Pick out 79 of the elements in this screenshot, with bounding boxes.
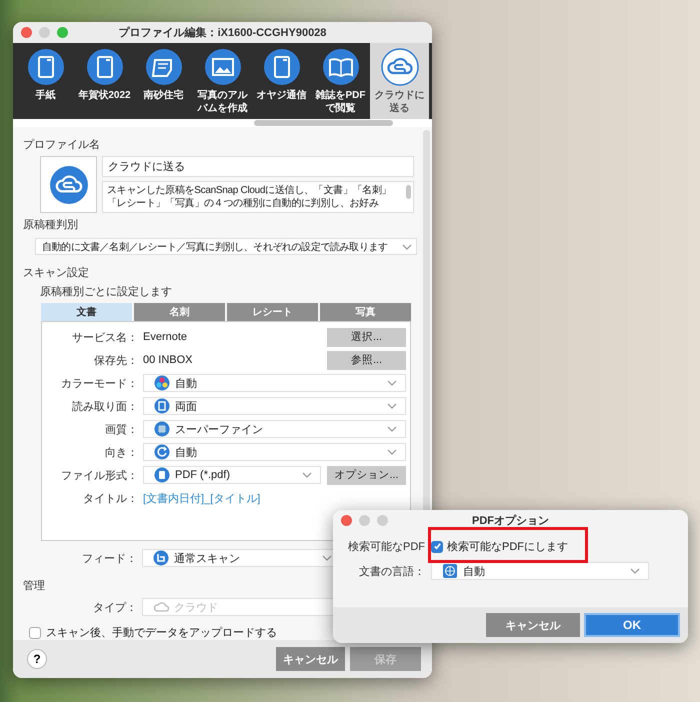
profile-name-field[interactable]: クラウドに送る (102, 156, 414, 177)
field-value: Evernote (143, 331, 188, 344)
dialog-title: PDFオプション (471, 514, 550, 528)
setting-dropdown[interactable]: 自動 (143, 443, 406, 462)
profile-tab[interactable]: 手紙 (16, 43, 75, 119)
scrollbar-thumb[interactable] (254, 120, 393, 126)
field-label: 保存先： (93, 354, 139, 368)
field-value: 00 INBOX (143, 354, 194, 366)
profile-tab[interactable]: オヤジ通信 (252, 43, 311, 119)
grid-icon (154, 421, 170, 438)
chevron-icon (387, 449, 397, 456)
close-button[interactable] (341, 515, 352, 526)
field-label: 読み取り面： (71, 400, 139, 414)
field-label: サービス名： (71, 330, 139, 345)
palette-icon (154, 375, 170, 392)
cloud-icon (48, 164, 88, 204)
field-label: ファイル形式： (60, 468, 139, 483)
chevron-icon (630, 568, 640, 574)
setting-dropdown[interactable]: スーパーファイン (143, 420, 406, 438)
profile-icon-box[interactable] (40, 156, 97, 213)
document-icon (86, 48, 124, 86)
field-label: タイプ： (92, 600, 138, 614)
cloud-icon (380, 48, 418, 86)
checkbox[interactable] (29, 626, 41, 638)
chevron-icon (387, 426, 397, 432)
profile-tab[interactable]: 写真のアルバムを作成 (193, 43, 252, 119)
document-icon (154, 467, 170, 484)
zoom-button[interactable] (57, 27, 68, 38)
detection-dropdown[interactable]: 自動的に文書／名刺／レシート／写真に判別し、それぞれの設定で読み取ります (35, 238, 417, 256)
zoom-button[interactable] (377, 515, 388, 526)
action-button[interactable]: 参照... (327, 350, 406, 370)
field-label: タイトル： (82, 492, 139, 506)
subheading: 原稿種別ごとに設定します (40, 284, 173, 300)
ok-button[interactable]: OK (584, 613, 680, 637)
title-format-link[interactable]: [文書内日付]_[タイトル] (143, 490, 260, 506)
help-button[interactable]: ? (27, 649, 47, 669)
profile-tab[interactable]: 雑誌をPDFで閲覧 (311, 43, 370, 119)
chevron-icon (302, 472, 312, 478)
close-button[interactable] (21, 27, 32, 38)
section-heading: プロファイル名 (23, 138, 101, 152)
setting-dropdown[interactable]: 自動 (143, 374, 406, 392)
section-heading: スキャン設定 (23, 266, 90, 280)
profile-tab[interactable]: 南砂住宅 (134, 43, 193, 119)
chevron-icon (322, 555, 332, 561)
checkbox-label: 検索可能なPDFにします (447, 540, 568, 554)
document-type-tab[interactable]: 文書 (41, 303, 132, 322)
section-heading: 管理 (23, 579, 46, 593)
action-button[interactable]: 選択... (327, 328, 406, 347)
field-label: 文書の言語： (358, 564, 426, 578)
window-title: プロファイル編集：iX1600-CCGHY90028 (118, 26, 328, 40)
minimize-button[interactable] (39, 27, 50, 38)
paper-icon (144, 48, 182, 86)
book-icon (322, 48, 360, 86)
setting-dropdown[interactable]: 両面 (143, 397, 406, 416)
profile-tab[interactable]: 年賀状2022 (75, 43, 134, 119)
section-heading: 原稿種判別 (23, 218, 79, 232)
language-dropdown[interactable]: 自動 (431, 562, 649, 580)
globe-icon (442, 563, 458, 579)
setting-dropdown[interactable]: PDF (*.pdf) (143, 466, 321, 484)
page-icon (154, 398, 170, 414)
field-label: 画質： (104, 422, 139, 437)
field-label: 検索可能なPDF (347, 540, 426, 554)
profile-tab[interactable]: クラウドに送る (370, 43, 429, 119)
field-label: フィード： (81, 552, 138, 566)
field-label: カラーモード： (60, 376, 139, 391)
chevron-icon (387, 403, 397, 410)
document-icon (262, 48, 300, 86)
checkbox[interactable] (431, 540, 443, 552)
checkbox-label: スキャン後、手動でデータをアップロードする (46, 626, 277, 640)
action-button[interactable]: オプション... (327, 466, 406, 485)
feeder-icon (153, 550, 169, 566)
document-icon (26, 48, 64, 86)
description-field[interactable]: スキャンした原稿をScanSnap Cloudに送信し、「文書」「名刺」「レシート」「写真」の４つの種別に自動的に判別し、お好み (102, 181, 414, 213)
rotate-icon (154, 444, 170, 460)
photo-icon (204, 48, 242, 86)
chevron-icon (402, 244, 412, 250)
field-label: 向き： (104, 446, 139, 460)
chevron-icon (387, 380, 397, 386)
minimize-button[interactable] (359, 515, 370, 526)
